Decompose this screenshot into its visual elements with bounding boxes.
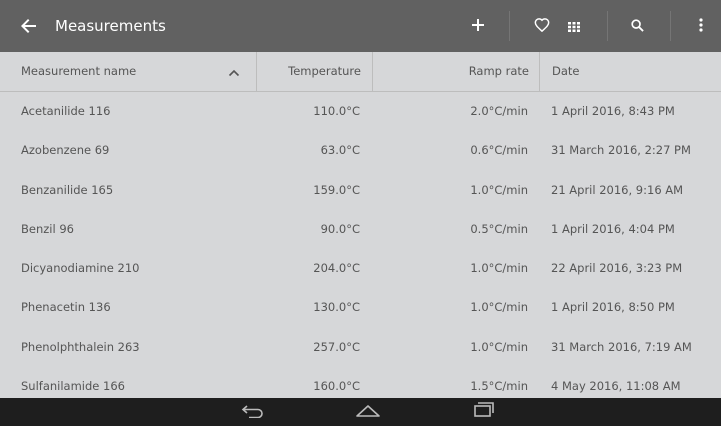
cell-date: 21 April 2016, 9:16 AM (551, 182, 684, 197)
add-button[interactable] (462, 0, 494, 52)
system-nav-bar (0, 398, 721, 426)
cell-temperature: 257.0°C (313, 339, 360, 354)
cell-date: 31 March 2016, 7:19 AM (551, 339, 692, 354)
cell-temperature: 63.0°C (320, 143, 360, 158)
column-header-name[interactable]: Measurement name (21, 52, 136, 91)
sort-ascending-icon[interactable] (227, 65, 241, 79)
nav-back-icon (241, 403, 265, 422)
cell-ramp-rate: 1.0°C/min (470, 261, 528, 276)
nav-recents-button[interactable] (466, 401, 502, 423)
favorite-button[interactable] (526, 0, 558, 52)
table-row[interactable]: Azobenzene 69 63.0°C 0.6°C/min 31 March … (0, 131, 721, 170)
table-row[interactable]: Phenolphthalein 263 257.0°C 1.0°C/min 31… (0, 328, 721, 367)
divider (509, 11, 510, 41)
table-row[interactable]: Acetanilide 116 110.0°C 2.0°C/min 1 Apri… (0, 92, 721, 131)
cell-name: Acetanilide 116 (21, 104, 111, 118)
screen: Measurements Measurement name Temperatur… (0, 0, 721, 426)
cell-temperature: 110.0°C (313, 104, 360, 118)
cell-ramp-rate: 1.0°C/min (470, 339, 528, 354)
table-row[interactable]: Benzanilide 165 159.0°C 1.0°C/min 21 Apr… (0, 171, 721, 210)
nav-home-icon (355, 403, 381, 422)
cell-ramp-rate: 0.6°C/min (470, 143, 528, 158)
cell-temperature: 159.0°C (313, 182, 360, 197)
divider (670, 11, 671, 41)
table-row[interactable]: Dicyanodiamine 210 204.0°C 1.0°C/min 22 … (0, 249, 721, 288)
more-vert-icon (699, 17, 703, 36)
table-body: Acetanilide 116 110.0°C 2.0°C/min 1 Apri… (0, 92, 721, 398)
nav-back-button[interactable] (235, 401, 271, 423)
add-icon (471, 17, 485, 36)
divider (607, 11, 608, 41)
cell-name: Phenacetin 136 (21, 300, 111, 315)
cell-name: Benzil 96 (21, 221, 74, 236)
search-button[interactable] (621, 0, 653, 52)
cell-ramp-rate: 1.0°C/min (470, 300, 528, 315)
cell-ramp-rate: 0.5°C/min (470, 221, 528, 236)
nav-home-button[interactable] (350, 401, 386, 423)
cell-ramp-rate: 1.0°C/min (470, 182, 528, 197)
cell-temperature: 204.0°C (313, 261, 360, 276)
cell-name: Sulfanilamide 166 (21, 379, 125, 394)
cell-date: 1 April 2016, 8:43 PM (551, 104, 675, 118)
back-arrow-icon[interactable] (17, 14, 41, 38)
column-header-date[interactable]: Date (539, 52, 721, 91)
cell-date: 4 May 2016, 11:08 AM (551, 379, 681, 394)
column-header-temperature[interactable]: Temperature (256, 52, 361, 91)
column-header-ramp-rate[interactable]: Ramp rate (372, 52, 529, 91)
cell-temperature: 130.0°C (313, 300, 360, 315)
column-header-ramp-rate-label: Ramp rate (468, 64, 529, 78)
table-row[interactable]: Phenacetin 136 130.0°C 1.0°C/min 1 April… (0, 288, 721, 327)
cell-date: 1 April 2016, 4:04 PM (551, 221, 675, 236)
cell-name: Benzanilide 165 (21, 182, 114, 197)
app-bar: Measurements (0, 0, 721, 52)
table-row[interactable]: Sulfanilamide 166 160.0°C 1.5°C/min 4 Ma… (0, 367, 721, 398)
heart-icon (534, 17, 550, 36)
page-title: Measurements (55, 17, 166, 35)
cell-name: Dicyanodiamine 210 (21, 261, 140, 276)
cell-ramp-rate: 2.0°C/min (470, 104, 528, 118)
cell-name: Phenolphthalein 263 (21, 339, 140, 354)
grid-view-button[interactable] (558, 0, 590, 52)
search-icon (630, 17, 644, 36)
table-header: Measurement name Temperature Ramp rate D… (0, 52, 721, 92)
cell-date: 1 April 2016, 8:50 PM (551, 300, 675, 315)
cell-name: Azobenzene 69 (21, 143, 110, 158)
cell-ramp-rate: 1.5°C/min (470, 379, 528, 394)
table-row[interactable]: Benzil 96 90.0°C 0.5°C/min 1 April 2016,… (0, 210, 721, 249)
more-options-button[interactable] (688, 0, 714, 52)
grid-view-icon (568, 17, 580, 36)
cell-date: 31 March 2016, 2:27 PM (551, 143, 691, 158)
column-header-temperature-label: Temperature (288, 64, 361, 78)
cell-temperature: 160.0°C (313, 379, 360, 394)
cell-temperature: 90.0°C (320, 221, 360, 236)
column-header-date-label: Date (552, 64, 580, 78)
cell-date: 22 April 2016, 3:23 PM (551, 261, 683, 276)
nav-recents-icon (473, 402, 495, 422)
